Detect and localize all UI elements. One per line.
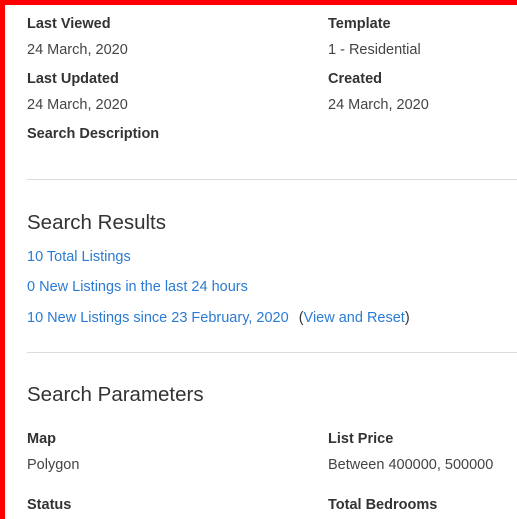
last-viewed-label: Last Viewed [27, 16, 111, 32]
search-description-label: Search Description [27, 126, 160, 142]
last-updated-value: 24 March, 2020 [27, 97, 128, 113]
list-price-value: Between 400000, 500000 [328, 457, 494, 473]
highlight-frame-top [0, 0, 517, 5]
search-parameters-heading: Search Parameters [27, 383, 204, 406]
total-listings-link[interactable]: 10 Total Listings [27, 249, 131, 265]
list-price-label: List Price [328, 431, 394, 447]
template-value: 1 - Residential [328, 42, 421, 58]
view-and-reset-link[interactable]: View and Reset [304, 310, 405, 326]
search-results-heading: Search Results [27, 211, 167, 234]
map-value: Polygon [27, 457, 80, 473]
divider [27, 352, 517, 353]
created-label: Created [328, 71, 382, 87]
new-listings-since-link[interactable]: 10 New Listings since 23 February, 2020 [27, 310, 289, 326]
total-bedrooms-label: Total Bedrooms [328, 497, 438, 513]
new-listings-24h-link[interactable]: 0 New Listings in the last 24 hours [27, 279, 248, 295]
new-listings-since-row: 10 New Listings since 23 February, 2020(… [27, 309, 410, 327]
last-updated-label: Last Updated [27, 71, 119, 87]
divider [27, 179, 517, 180]
last-viewed-value: 24 March, 2020 [27, 42, 128, 58]
map-label: Map [27, 431, 56, 447]
highlight-frame-left [0, 0, 5, 519]
created-value: 24 March, 2020 [328, 97, 429, 113]
status-label: Status [27, 497, 72, 513]
template-label: Template [328, 16, 391, 32]
paren-close: ) [404, 310, 410, 326]
